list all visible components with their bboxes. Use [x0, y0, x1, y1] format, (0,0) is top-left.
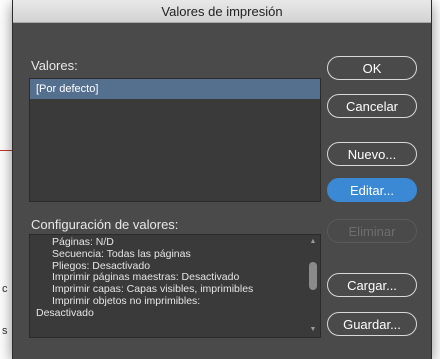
- ok-button[interactable]: OK: [327, 56, 417, 80]
- preset-details-box[interactable]: Páginas: N/D Secuencia: Todas las página…: [29, 234, 321, 338]
- presets-list[interactable]: [Por defecto]: [29, 78, 321, 202]
- scroll-thumb[interactable]: [309, 262, 317, 290]
- details-scrollbar[interactable]: ▲ ▼: [308, 238, 318, 334]
- print-presets-dialog: Valores de impresión Valores: [Por defec…: [12, 0, 432, 359]
- save-button[interactable]: Guardar...: [327, 312, 417, 336]
- edit-button[interactable]: Editar...: [327, 178, 417, 202]
- scroll-up-arrow-icon[interactable]: ▲: [308, 238, 318, 246]
- preset-details-text: Páginas: N/D Secuencia: Todas las página…: [36, 236, 306, 320]
- dialog-title: Valores de impresión: [13, 0, 431, 23]
- details-label: Configuración de valores:: [31, 217, 179, 232]
- presets-label: Valores:: [31, 58, 78, 73]
- scroll-down-arrow-icon[interactable]: ▼: [308, 326, 318, 334]
- details-line: Imprimir objetos no imprimibles:: [52, 294, 201, 307]
- background-document-text: s: [2, 325, 8, 337]
- load-button[interactable]: Cargar...: [327, 273, 417, 297]
- preset-item-default[interactable]: [Por defecto]: [30, 79, 320, 99]
- cancel-button[interactable]: Cancelar: [327, 94, 417, 118]
- delete-button: Eliminar: [327, 219, 417, 243]
- new-button[interactable]: Nuevo...: [327, 142, 417, 166]
- background-document-text: c: [2, 283, 8, 295]
- details-line: Desactivado: [36, 306, 94, 319]
- details-line: Secuencia: Todas las páginas: [52, 247, 191, 260]
